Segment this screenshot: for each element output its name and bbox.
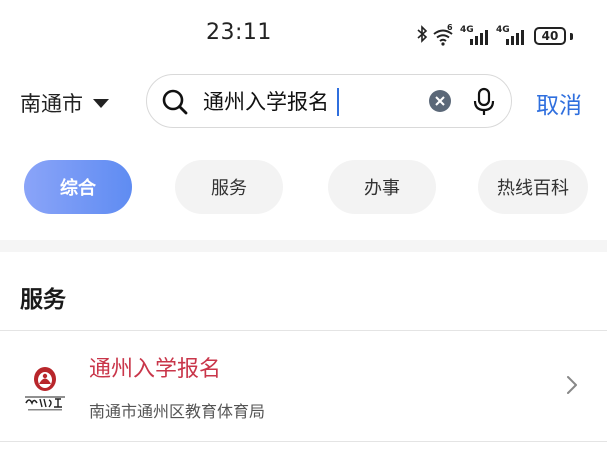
- status-time: 23:11: [206, 20, 272, 45]
- result-title: 通州入学报名: [89, 357, 222, 382]
- category-tabs: 综合 服务 办事 热线百科: [0, 160, 607, 214]
- education-bureau-logo-icon: [22, 361, 68, 413]
- section-divider: [0, 240, 607, 252]
- city-label: 南通市: [20, 92, 83, 116]
- search-icon: [161, 88, 189, 120]
- search-row: 南通市 取消: [0, 72, 607, 132]
- battery-icon: 40: [534, 27, 566, 45]
- status-bar: 23:11 6 4G 4G 40: [0, 0, 607, 62]
- tab-hotline-wiki[interactable]: 热线百科: [478, 160, 588, 214]
- battery-tip: [570, 32, 573, 40]
- signal-icon: 4G: [496, 25, 528, 47]
- divider: [0, 441, 607, 442]
- signal-icon: 4G: [460, 25, 492, 47]
- tab-comprehensive[interactable]: 综合: [24, 160, 132, 214]
- text-cursor: [337, 88, 339, 116]
- list-item[interactable]: 通州入学报名 南通市通州区教育体育局: [0, 331, 607, 441]
- status-icons: 6 4G 4G 40: [416, 23, 573, 48]
- wifi-badge: 6: [447, 23, 453, 32]
- section-title: 服务: [20, 287, 66, 313]
- city-selector[interactable]: 南通市: [20, 88, 109, 118]
- result-subtitle: 南通市通州区教育体育局: [89, 402, 266, 421]
- microphone-icon[interactable]: [473, 87, 495, 121]
- cancel-button[interactable]: 取消: [536, 86, 582, 120]
- bluetooth-icon: [416, 25, 428, 47]
- wifi-icon: 6: [432, 23, 456, 46]
- search-input[interactable]: [203, 86, 433, 116]
- clear-icon[interactable]: [429, 90, 451, 112]
- caret-down-icon: [93, 98, 109, 108]
- search-box[interactable]: [146, 74, 512, 128]
- chevron-right-icon: [566, 375, 578, 399]
- tab-services[interactable]: 服务: [175, 160, 283, 214]
- tab-affairs[interactable]: 办事: [328, 160, 436, 214]
